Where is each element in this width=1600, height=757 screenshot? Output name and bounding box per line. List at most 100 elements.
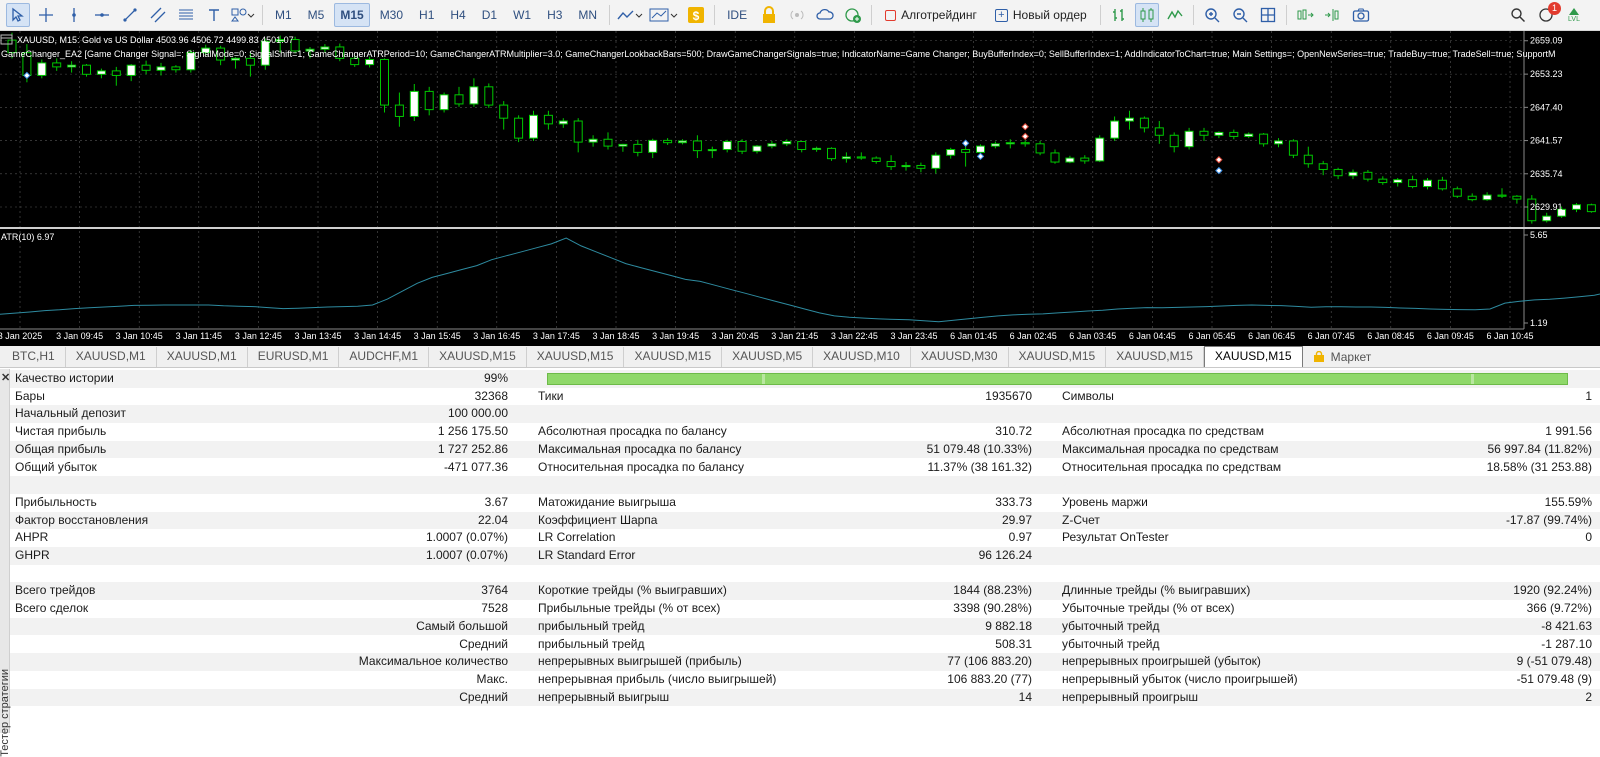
report-label: Всего сделок — [15, 601, 89, 616]
report-value: 22.04 — [477, 512, 508, 527]
line-chart-button[interactable] — [1163, 3, 1187, 27]
candle-body — [1452, 188, 1462, 197]
trendline-button[interactable] — [118, 3, 142, 27]
algotrading-button[interactable]: Алготрейдинг — [878, 3, 984, 27]
timeframe-button-mn[interactable]: MN — [572, 3, 603, 27]
timeframe-button-m30[interactable]: M30 — [374, 3, 409, 27]
fibonacci-icon — [179, 9, 193, 20]
timeframe-button-h3[interactable]: H3 — [541, 3, 568, 27]
report-label: Бары — [15, 388, 45, 403]
report-label: Общая прибыль — [15, 441, 107, 456]
tab-chart-1[interactable]: XAUUSD,M1 — [66, 347, 157, 367]
candle-body — [633, 143, 643, 153]
tab-chart-8[interactable]: XAUUSD,M5 — [722, 347, 814, 367]
tab-chart-3[interactable]: EURUSD,M1 — [248, 347, 340, 367]
time-label: 6 Jan 05:45 — [1188, 331, 1235, 341]
candle-body — [916, 164, 926, 169]
timeframe-button-h4[interactable]: H4 — [444, 3, 471, 27]
report-label: LR Standard Error — [538, 548, 636, 562]
candle-body — [1139, 117, 1149, 129]
tab-market[interactable]: Маркет — [1303, 347, 1382, 367]
cursor-tool-button[interactable] — [6, 3, 30, 27]
time-label: 3 Jan 20:45 — [712, 331, 759, 341]
bar-chart-button[interactable] — [1107, 3, 1131, 27]
tab-chart-10[interactable]: XAUUSD,M30 — [911, 347, 1009, 367]
zoom-out-button[interactable] — [1228, 3, 1252, 27]
tab-chart-11[interactable]: XAUUSD,M15 — [1009, 347, 1107, 367]
candle-body — [1542, 215, 1552, 222]
timeframe-button-w1[interactable]: W1 — [507, 3, 537, 27]
shapes-menu-button[interactable] — [230, 3, 256, 27]
report-label: Максимальная просадка по средствам — [1062, 441, 1279, 456]
report-value: 99% — [483, 371, 508, 385]
time-label: 6 Jan 07:45 — [1308, 331, 1355, 341]
tab-chart-13[interactable]: XAUUSD,M15 — [1203, 346, 1303, 367]
report-label: Относительная просадка по балансу — [538, 459, 744, 474]
notifications-button[interactable]: 1 — [1534, 2, 1561, 27]
vertical-line-button[interactable] — [62, 3, 86, 27]
horizontal-line-button[interactable] — [90, 3, 114, 27]
ide-button[interactable]: IDE — [721, 3, 753, 27]
tab-chart-9[interactable]: XAUUSD,M10 — [813, 347, 911, 367]
chart-shift-button[interactable] — [1321, 3, 1345, 27]
vps-button[interactable] — [841, 3, 865, 27]
new-order-button[interactable]: + Новый ордер — [988, 3, 1094, 27]
screenshot-button[interactable] — [1349, 3, 1373, 27]
report-label: непрерывный убыток (число проигрышей) — [1062, 671, 1298, 686]
account-level-button[interactable]: LVL — [1562, 3, 1586, 27]
report-value: 96 126.24 — [978, 548, 1032, 562]
toolbar-separator — [1099, 5, 1101, 25]
report-row: Всего трейдов 3764 Короткие трейды (% выиг… — [10, 582, 1600, 601]
report-value: 155.59% — [1544, 494, 1592, 509]
buy-trade-marker — [976, 152, 985, 161]
timeframe-button-m15[interactable]: M15 — [334, 3, 370, 27]
auto-scroll-button[interactable] — [1293, 3, 1317, 27]
fibonacci-button[interactable] — [174, 3, 198, 27]
quality-bar-mark — [762, 374, 765, 384]
chart-type-button[interactable] — [616, 3, 644, 27]
candlestick-button[interactable] — [1134, 3, 1159, 27]
tab-chart-12[interactable]: XAUUSD,M15 — [1106, 347, 1204, 367]
report-value: 1935670 — [985, 388, 1032, 403]
tab-chart-4[interactable]: AUDCHF,M1 — [339, 347, 430, 367]
cloud-icon — [816, 8, 834, 20]
candle-body — [1005, 142, 1015, 145]
text-tool-button[interactable] — [202, 3, 226, 27]
signals-button[interactable]: $ — [684, 3, 708, 27]
crosshair-tool-button[interactable] — [34, 3, 58, 27]
timeframe-button-h1[interactable]: H1 — [413, 3, 440, 27]
search-button[interactable] — [1506, 3, 1530, 27]
zoom-in-button[interactable] — [1200, 3, 1224, 27]
tab-chart-6[interactable]: XAUUSD,M15 — [527, 347, 625, 367]
timeframe-button-d1[interactable]: D1 — [476, 3, 503, 27]
candles-icon — [1140, 8, 1154, 22]
tab-chart-7[interactable]: XAUUSD,M15 — [624, 347, 723, 367]
signal-broadcast-button[interactable] — [785, 3, 809, 27]
report-value: 56 997.84 (11.82%) — [1487, 441, 1592, 456]
tab-chart-0[interactable]: BTC,H1 — [2, 347, 66, 367]
report-value: 9 882.18 — [985, 618, 1032, 633]
chart-canvas[interactable]: 2659.09 2653.23 2647.40 2641.57 2635.74 2629.… — [0, 31, 1600, 346]
report-label: Коэффициент Шарпа — [538, 512, 658, 527]
timeframe-button-m5[interactable]: M5 — [302, 3, 331, 27]
price-chart[interactable]: 2659.09 2653.23 2647.40 2641.57 2635.74 2629.… — [0, 31, 1600, 346]
channel-button[interactable] — [146, 3, 170, 27]
cloud-button[interactable] — [813, 3, 837, 27]
lock-button[interactable] — [757, 3, 781, 27]
shapes-icon — [231, 8, 255, 22]
market-bag-icon — [1313, 351, 1324, 362]
candle-body — [543, 114, 553, 125]
tab-chart-2[interactable]: XAUUSD,M1 — [157, 347, 248, 367]
timeframe-button-m1[interactable]: M1 — [269, 3, 298, 27]
time-label: 3 Jan 19:45 — [652, 331, 699, 341]
report-label: Фактор восстановления — [15, 512, 149, 527]
close-icon[interactable]: ✕ — [1, 371, 10, 384]
time-label: 6 Jan 01:45 — [950, 331, 997, 341]
candle-body — [558, 120, 568, 125]
indicators-button[interactable] — [648, 3, 680, 27]
tile-windows-button[interactable] — [1256, 3, 1280, 27]
atr-indicator-line — [0, 237, 1600, 323]
report-value: 106 883.20 (77) — [947, 671, 1032, 686]
report-label: Абсолютная просадка по балансу — [538, 424, 727, 439]
tab-chart-5[interactable]: XAUUSD,M15 — [429, 347, 527, 367]
